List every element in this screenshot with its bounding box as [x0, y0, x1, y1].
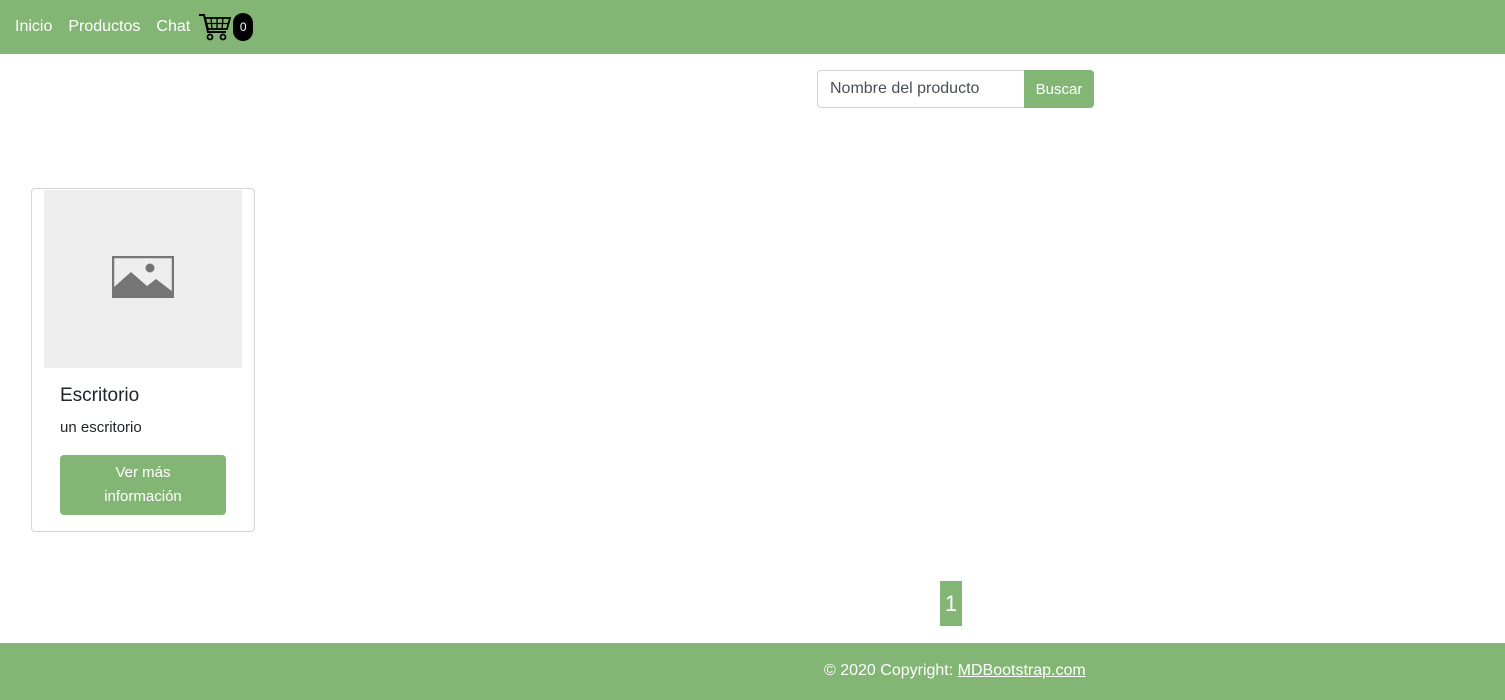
footer: © 2020 Copyright: MDBootstrap.com	[0, 643, 1505, 700]
product-image	[44, 190, 242, 368]
cart-link[interactable]: 0	[198, 12, 254, 42]
search-button[interactable]: Buscar	[1024, 70, 1094, 108]
cart-count-badge: 0	[233, 13, 254, 41]
footer-copyright: © 2020 Copyright: MDBootstrap.com	[824, 662, 1086, 680]
view-more-info-button[interactable]: Ver más información	[60, 455, 226, 515]
product-description: un escritorio	[60, 419, 142, 436]
search-input[interactable]	[817, 70, 1024, 108]
nav-link-chat[interactable]: Chat	[156, 0, 190, 54]
navbar: Inicio Productos Chat 0	[0, 0, 1505, 54]
product-card: Escritorio un escritorio Ver más informa…	[31, 188, 255, 532]
pagination-page-1[interactable]: 1	[940, 581, 962, 626]
copyright-text: © 2020 Copyright:	[824, 662, 958, 679]
nav-link-productos[interactable]: Productos	[68, 0, 140, 54]
shopping-cart-icon	[198, 12, 232, 42]
footer-link-mdbootstrap[interactable]: MDBootstrap.com	[958, 662, 1086, 679]
image-placeholder-icon	[111, 255, 175, 303]
product-title: Escritorio	[60, 385, 140, 406]
search-form: Buscar	[817, 70, 1094, 108]
nav-link-inicio[interactable]: Inicio	[15, 0, 52, 54]
